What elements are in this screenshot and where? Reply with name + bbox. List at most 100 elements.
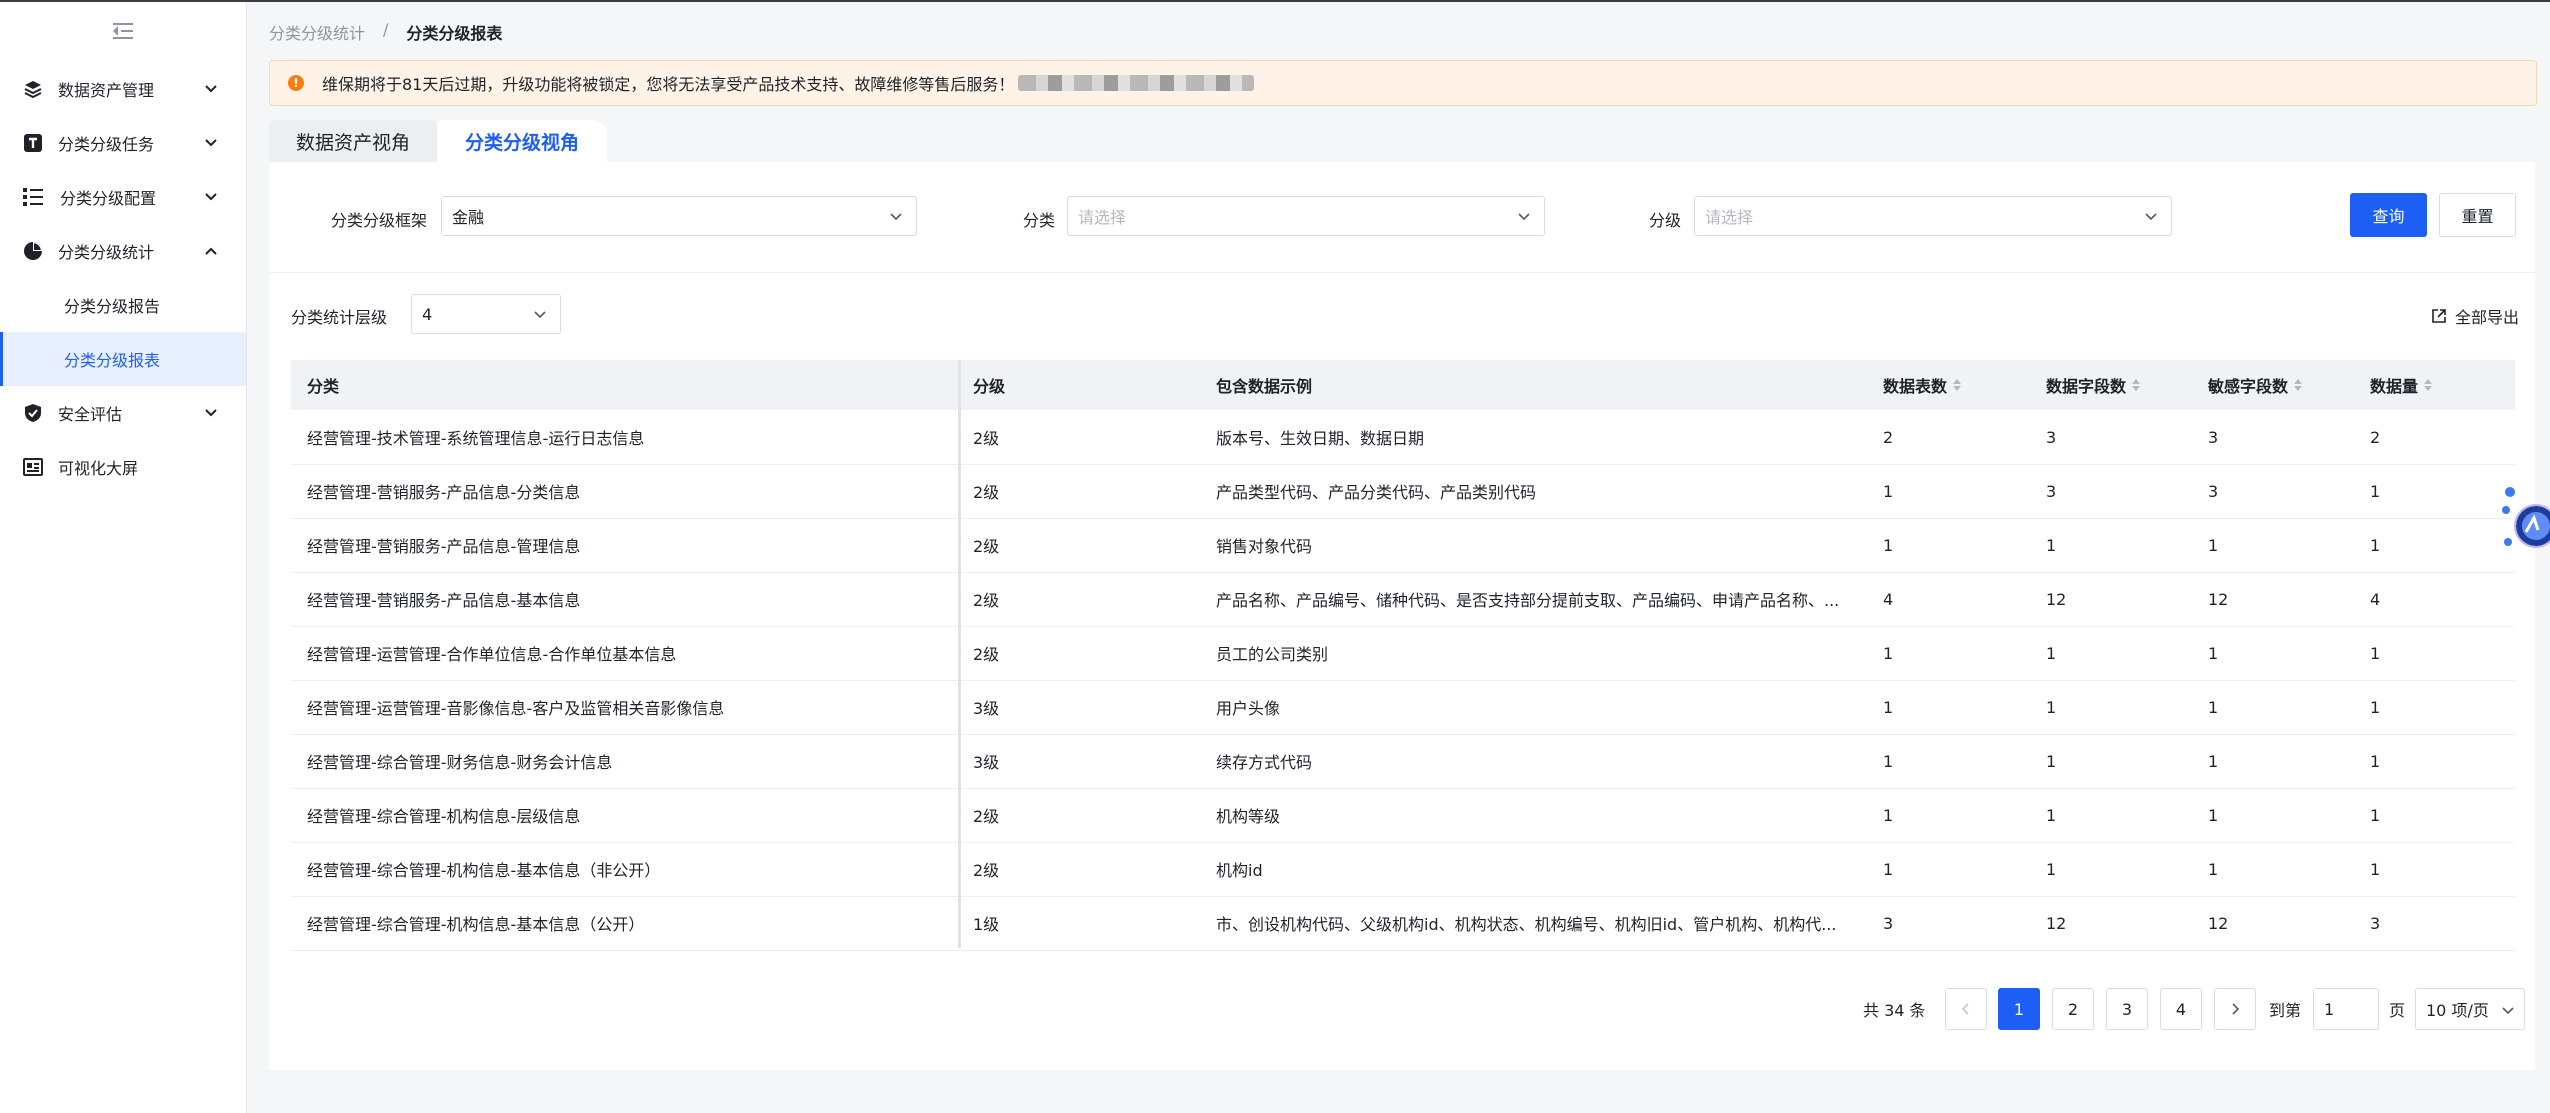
- cell-level: 2级: [973, 591, 1000, 610]
- table-row: 经营管理-营销服务-产品信息-管理信息 2级 销售对象代码 1 1 1 1: [291, 518, 2515, 573]
- tab-classification-view[interactable]: 分类分级视角: [437, 120, 607, 162]
- sort-icon[interactable]: [1953, 379, 1962, 391]
- cell-table-count: 1: [1883, 481, 1894, 501]
- chevron-down-icon: [2502, 1007, 2514, 1015]
- sidebar-subitem-report[interactable]: 分类分级报告: [0, 278, 246, 332]
- cell-sensitive-count: 1: [2208, 859, 2219, 879]
- cell-table-count: 1: [1883, 805, 1894, 825]
- sidebar-item-statistics[interactable]: 分类分级统计: [0, 224, 246, 278]
- sidebar-item-label: 分类分级配置: [60, 189, 157, 208]
- level-select[interactable]: 请选择: [1694, 196, 2172, 236]
- filter-bar: 分类分级框架 金融 分类 请选择 分级 请选择 查询 重置: [269, 162, 2535, 273]
- cell-category: 经营管理-综合管理-机构信息-层级信息: [307, 807, 581, 826]
- maintenance-alert: ! 维保期将于81天后过期，升级功能将被锁定，您将无法享受产品技术支持、故障维修…: [269, 60, 2537, 106]
- cell-level: 3级: [973, 699, 1000, 718]
- stat-level-label: 分类统计层级: [291, 308, 388, 327]
- cell-data-volume: 1: [2370, 751, 2381, 771]
- cell-data-volume: 1: [2370, 535, 2381, 555]
- cell-data-volume: 1: [2370, 643, 2381, 663]
- sidebar-item-label: 可视化大屏: [58, 459, 139, 478]
- cell-level: 2级: [973, 807, 1000, 826]
- warning-icon: !: [288, 75, 304, 91]
- goto-label: 到第: [2269, 1001, 2302, 1020]
- cell-field-count: 1: [2046, 805, 2057, 825]
- cell-category: 经营管理-运营管理-合作单位信息-合作单位基本信息: [307, 645, 677, 664]
- tab-asset-view[interactable]: 数据资产视角: [269, 120, 437, 162]
- cell-category: 经营管理-技术管理-系统管理信息-运行日志信息: [307, 429, 645, 448]
- column-header-examples: 包含数据示例: [1216, 377, 1313, 396]
- page-button[interactable]: 1: [1998, 988, 2040, 1030]
- column-divider[interactable]: [958, 360, 961, 948]
- chevron-down-icon: [205, 85, 217, 93]
- column-header-table-count[interactable]: 数据表数: [1883, 360, 1962, 410]
- sidebar-item-label: 分类分级任务: [58, 135, 155, 154]
- sidebar-item-config[interactable]: 分类分级配置: [0, 170, 246, 224]
- cell-examples: 产品类型代码、产品分类代码、产品类别代码: [1216, 483, 1537, 502]
- cell-sensitive-count: 1: [2208, 535, 2219, 555]
- sidebar-subitem-report-table[interactable]: 分类分级报表: [0, 332, 246, 386]
- page-size-select[interactable]: 10 项/页: [2415, 988, 2525, 1030]
- chevron-up-icon: [205, 247, 217, 255]
- cell-category: 经营管理-运营管理-音影像信息-客户及监管相关音影像信息: [307, 699, 725, 718]
- cell-level: 2级: [973, 483, 1000, 502]
- cell-level: 2级: [973, 645, 1000, 664]
- goto-page-input[interactable]: 1: [2313, 988, 2379, 1030]
- sidebar-item-task[interactable]: 分类分级任务: [0, 116, 246, 170]
- framework-select[interactable]: 金融: [441, 196, 917, 236]
- cell-data-volume: 2: [2370, 427, 2381, 447]
- stat-level-select[interactable]: 4: [411, 294, 561, 334]
- sidebar-subitem-label: 分类分级报告: [64, 297, 161, 316]
- cell-sensitive-count: 12: [2208, 913, 2229, 933]
- chevron-down-icon: [205, 409, 217, 417]
- level-placeholder: 请选择: [1705, 208, 1754, 227]
- cell-examples: 产品名称、产品编号、储种代码、是否支持部分提前支取、产品编码、申请产品名称、..…: [1216, 591, 1840, 610]
- next-page-button[interactable]: [2214, 988, 2256, 1030]
- reset-button[interactable]: 重置: [2439, 193, 2516, 237]
- sidebar-item-security[interactable]: 安全评估: [0, 386, 246, 440]
- export-all-button[interactable]: 全部导出: [2431, 304, 2519, 328]
- cell-field-count: 1: [2046, 859, 2057, 879]
- column-header-sensitive-count[interactable]: 敏感字段数: [2208, 360, 2303, 410]
- cell-table-count: 1: [1883, 535, 1894, 555]
- page-button[interactable]: 4: [2160, 988, 2202, 1030]
- column-header-field-count[interactable]: 数据字段数: [2046, 360, 2141, 410]
- breadcrumb: 分类分级统计 / 分类分级报表: [269, 20, 502, 44]
- cell-category: 经营管理-营销服务-产品信息-基本信息: [307, 591, 581, 610]
- column-header-data-volume[interactable]: 数据量: [2370, 360, 2433, 410]
- redacted-contact: [1018, 75, 1255, 91]
- cell-sensitive-count: 12: [2208, 589, 2229, 609]
- table-row: 经营管理-综合管理-机构信息-层级信息 2级 机构等级 1 1 1 1: [291, 788, 2515, 843]
- cell-data-volume: 4: [2370, 589, 2381, 609]
- sidebar: 数据资产管理 分类分级任务 分类分级配置 分类分级统计 分类分级报告 分类分级报…: [0, 2, 247, 1113]
- cell-data-volume: 3: [2370, 913, 2381, 933]
- cell-sensitive-count: 1: [2208, 697, 2219, 717]
- cell-data-volume: 1: [2370, 859, 2381, 879]
- cell-examples: 销售对象代码: [1216, 537, 1313, 556]
- query-button[interactable]: 查询: [2350, 193, 2427, 237]
- sidebar-item-data-asset[interactable]: 数据资产管理: [0, 62, 246, 116]
- chevron-left-icon: [1961, 1003, 1969, 1015]
- dashboard-icon: [22, 456, 44, 478]
- sidebar-item-label: 分类分级统计: [58, 243, 155, 262]
- cell-field-count: 1: [2046, 535, 2057, 555]
- cell-data-volume: 1: [2370, 805, 2381, 825]
- breadcrumb-parent[interactable]: 分类分级统计: [269, 20, 365, 44]
- category-select[interactable]: 请选择: [1067, 196, 1545, 236]
- framework-label: 分类分级框架: [331, 211, 428, 230]
- task-icon: [22, 132, 44, 154]
- chevron-down-icon: [2145, 213, 2157, 221]
- sort-icon[interactable]: [2294, 379, 2303, 391]
- page-button[interactable]: 3: [2106, 988, 2148, 1030]
- window-top-border: [0, 0, 2550, 2]
- sort-icon[interactable]: [2424, 379, 2433, 391]
- layers-icon: [22, 78, 44, 100]
- menu-collapse-icon[interactable]: [113, 22, 133, 40]
- page-button[interactable]: 2: [2052, 988, 2094, 1030]
- table-header: 分类 分级 包含数据示例 数据表数 数据字段数 敏感字段数 数据量: [291, 360, 2515, 410]
- sort-icon[interactable]: [2132, 379, 2141, 391]
- assistant-robot-icon[interactable]: [2500, 482, 2550, 562]
- cell-examples: 员工的公司类别: [1216, 645, 1329, 664]
- prev-page-button[interactable]: [1945, 988, 1987, 1030]
- sidebar-item-dashboard[interactable]: 可视化大屏: [0, 440, 246, 494]
- cell-sensitive-count: 3: [2208, 427, 2219, 447]
